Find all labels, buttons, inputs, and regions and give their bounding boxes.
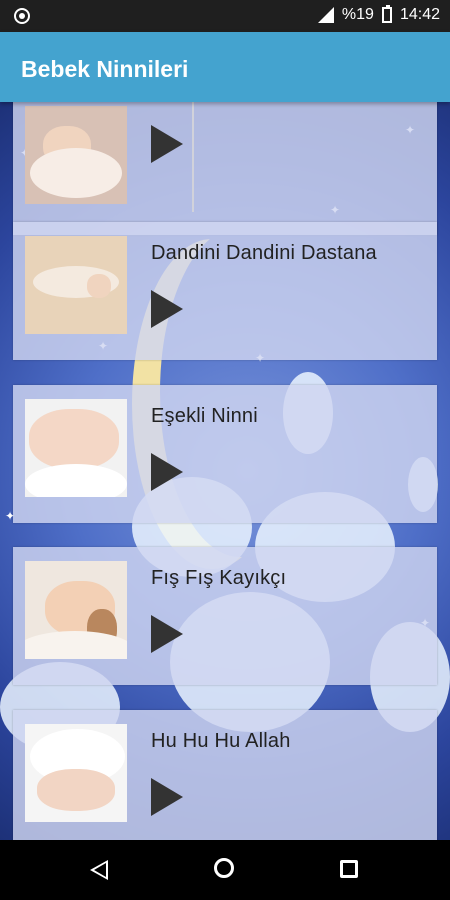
song-title: Eşekli Ninni <box>151 405 258 427</box>
list-item[interactable]: Eşekli Ninni <box>13 385 437 523</box>
blanket <box>30 148 122 198</box>
status-bar: %19 14:42 <box>0 0 450 32</box>
baby-photo <box>25 236 127 334</box>
circle-icon <box>14 8 30 24</box>
clock: 14:42 <box>399 6 440 23</box>
baby-photo <box>25 561 127 659</box>
song-title: Fış Fış Kayıkçı <box>151 567 287 589</box>
play-icon[interactable] <box>151 615 183 653</box>
baby-face <box>37 769 115 811</box>
song-title: Dandini Dandini Dastana <box>151 242 377 264</box>
play-icon[interactable] <box>151 453 183 491</box>
baby-photo <box>25 724 127 822</box>
baby-face <box>29 409 119 469</box>
signal-icon <box>317 7 334 23</box>
app-bar: Bebek Ninnileri <box>0 32 450 102</box>
play-icon[interactable] <box>151 290 183 328</box>
play-icon[interactable] <box>151 125 183 163</box>
recent-apps-icon[interactable] <box>340 860 358 878</box>
list-item[interactable]: Dandini Dandini Dastana <box>13 222 437 360</box>
page-title: Bebek Ninnileri <box>21 56 189 82</box>
baby-photo <box>25 399 127 497</box>
status-right: %19 14:42 <box>317 5 440 24</box>
battery-icon <box>381 5 392 23</box>
list-item[interactable]: Fış Fış Kayıkçı <box>13 547 437 685</box>
blanket <box>25 631 127 659</box>
navigation-bar <box>0 840 450 900</box>
list-item[interactable] <box>13 102 437 235</box>
song-title: Hu Hu Hu Allah <box>151 730 291 752</box>
back-icon[interactable] <box>90 860 108 880</box>
song-list[interactable]: ✦ ✦ ✦ ✦ ✦ ✦ ✦ Dandini Dandini Dastana Eş… <box>0 102 450 840</box>
blanket <box>25 464 127 497</box>
home-icon[interactable] <box>214 858 234 878</box>
baby-face <box>87 274 111 298</box>
list-item[interactable]: Hu Hu Hu Allah <box>13 710 437 840</box>
battery-percentage: %19 <box>341 6 374 23</box>
play-icon[interactable] <box>151 778 183 816</box>
baby-photo <box>25 106 127 204</box>
